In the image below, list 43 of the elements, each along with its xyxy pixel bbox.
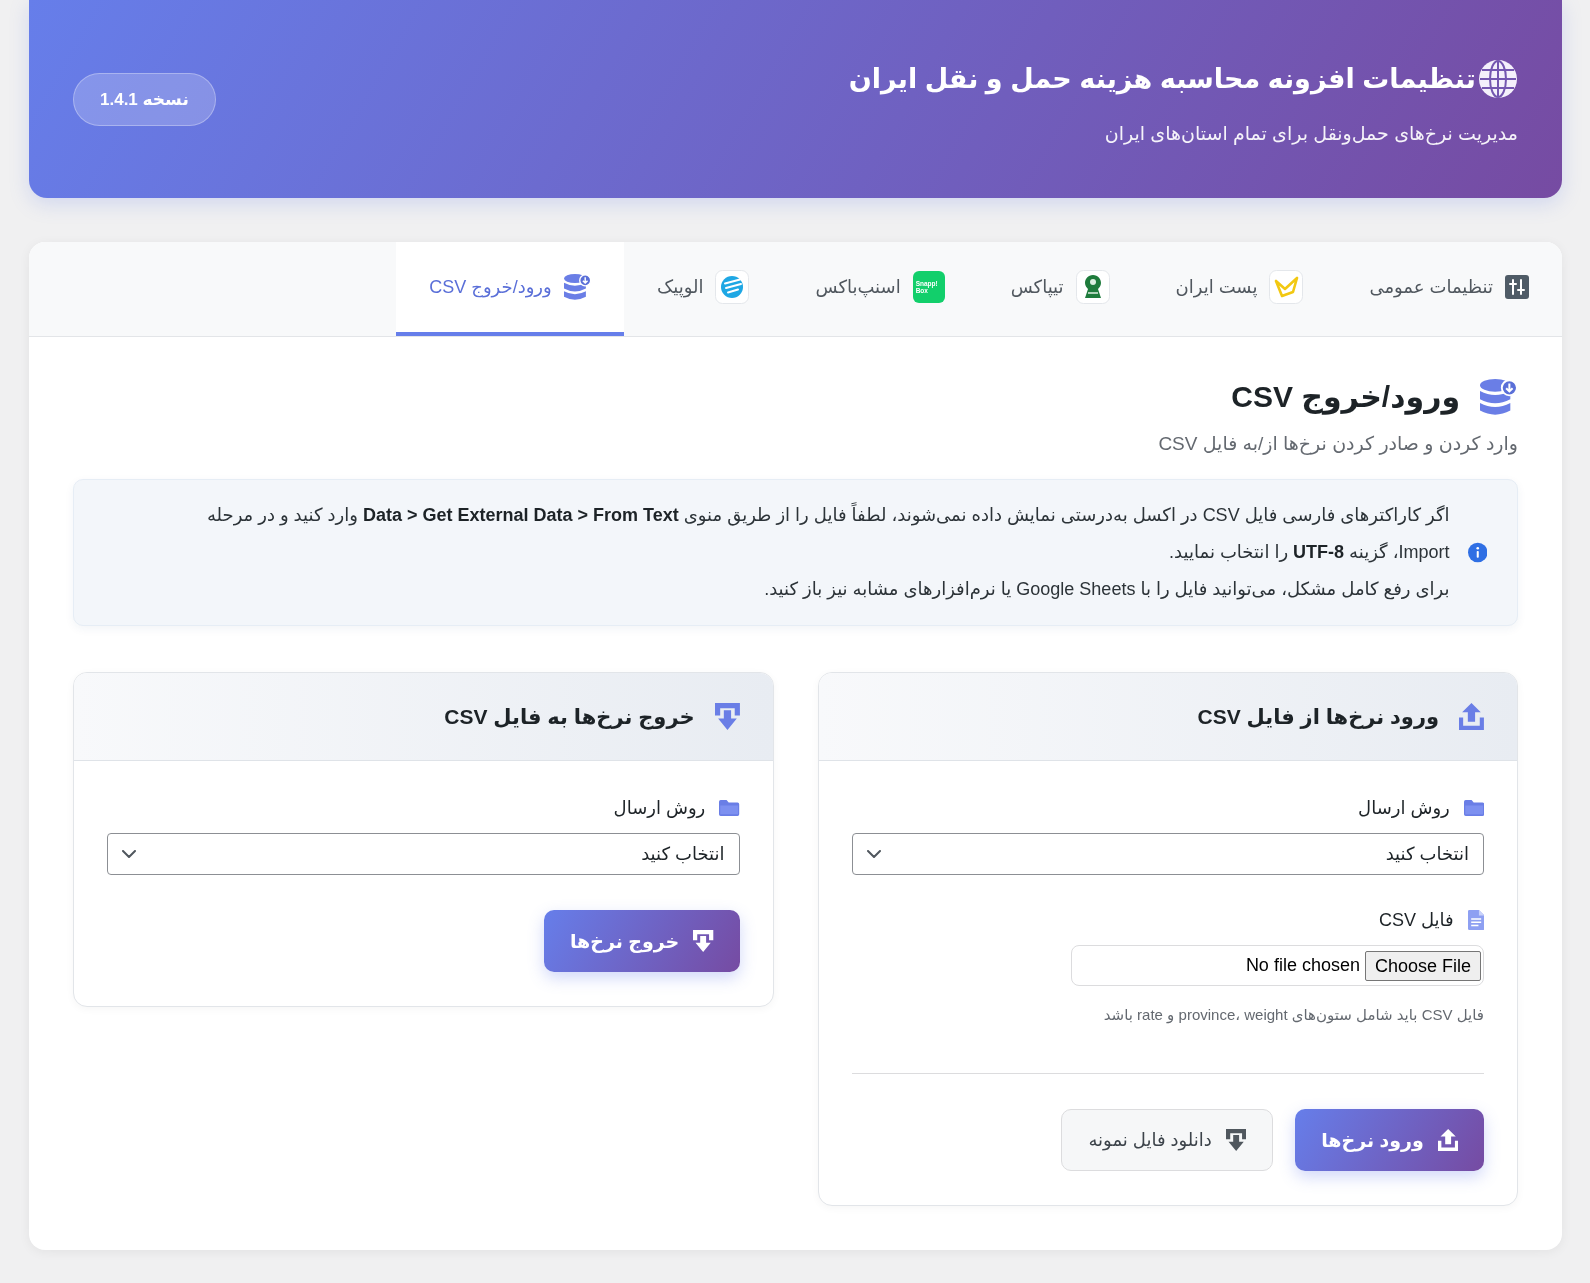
tab[interactable]: ورود/خروج CSV xyxy=(396,242,625,336)
field-label: روش ارسال xyxy=(1358,797,1450,820)
download-icon xyxy=(714,703,740,730)
envelope-icon xyxy=(1269,270,1304,304)
tab[interactable]: پست ایران xyxy=(1142,242,1337,336)
folder-icon xyxy=(719,800,740,816)
tab[interactable]: الوپیک xyxy=(624,242,783,336)
app-title: تنظیمات افزونه محاسبه هزینه حمل و نقل ایران xyxy=(848,63,1476,97)
upload-icon xyxy=(1459,703,1484,730)
file-status-text: No file chosen xyxy=(1245,955,1360,976)
import-button[interactable]: ورود نرخ‌ها xyxy=(1295,1109,1484,1171)
speed-lines-icon xyxy=(715,270,750,304)
download-icon xyxy=(693,930,714,952)
download-icon xyxy=(1225,1129,1247,1151)
field-hint: فایل CSV باید شامل ستون‌های province، weight و rate باشد xyxy=(1102,1005,1484,1025)
tab[interactable]: تیپاکس xyxy=(977,242,1143,336)
choose-file-button[interactable]: Choose File xyxy=(1364,950,1481,981)
globe-icon xyxy=(1478,59,1518,99)
document-icon xyxy=(1467,910,1484,930)
app-subtitle: مدیریت نرخ‌های حمل‌ونقل برای تمام استان‌های ایران xyxy=(1104,122,1518,147)
sliders-icon xyxy=(1505,275,1529,299)
section-title: ورود/خروج CSV xyxy=(1231,379,1461,417)
version-badge: نسخه 1.4.1 xyxy=(73,72,216,126)
emblem-icon xyxy=(1075,270,1110,304)
section-subtitle: وارد کردن و صادر کردن نرخ‌ها از/به فایل CSV xyxy=(1157,432,1518,457)
export-button[interactable]: خروج نرخ‌ها xyxy=(543,910,740,972)
dropdown-select[interactable]: انتخاب کنید xyxy=(107,833,740,875)
field-label: روش ارسال xyxy=(613,797,706,820)
info-icon xyxy=(1467,541,1487,564)
chevron-icon xyxy=(122,850,136,858)
chevron-icon xyxy=(866,850,881,858)
card-title: ورود نرخ‌ها از فایل CSV xyxy=(1197,703,1440,731)
field-label: فایل CSV xyxy=(1378,909,1454,932)
upload-icon xyxy=(1437,1129,1458,1151)
card-title: خروج نرخ‌ها به فایل CSV xyxy=(444,703,695,732)
sample-download-button[interactable]: دانلود فایل نمونه xyxy=(1061,1109,1274,1171)
folder-icon xyxy=(1463,800,1484,816)
database-icon xyxy=(1480,379,1518,415)
database-icon xyxy=(563,274,592,300)
file-input-field[interactable]: No file chosen Choose File xyxy=(1071,945,1484,986)
dropdown-select[interactable]: انتخاب کنید xyxy=(851,833,1484,875)
tab[interactable]: تنظیمات عمومی xyxy=(1336,242,1562,336)
notice-text: برای رفع کامل مشکل، می‌توانید فایل را با Google Sheets یا نرم‌افزارهای مشابه نیز باز کنید. xyxy=(763,578,1450,602)
